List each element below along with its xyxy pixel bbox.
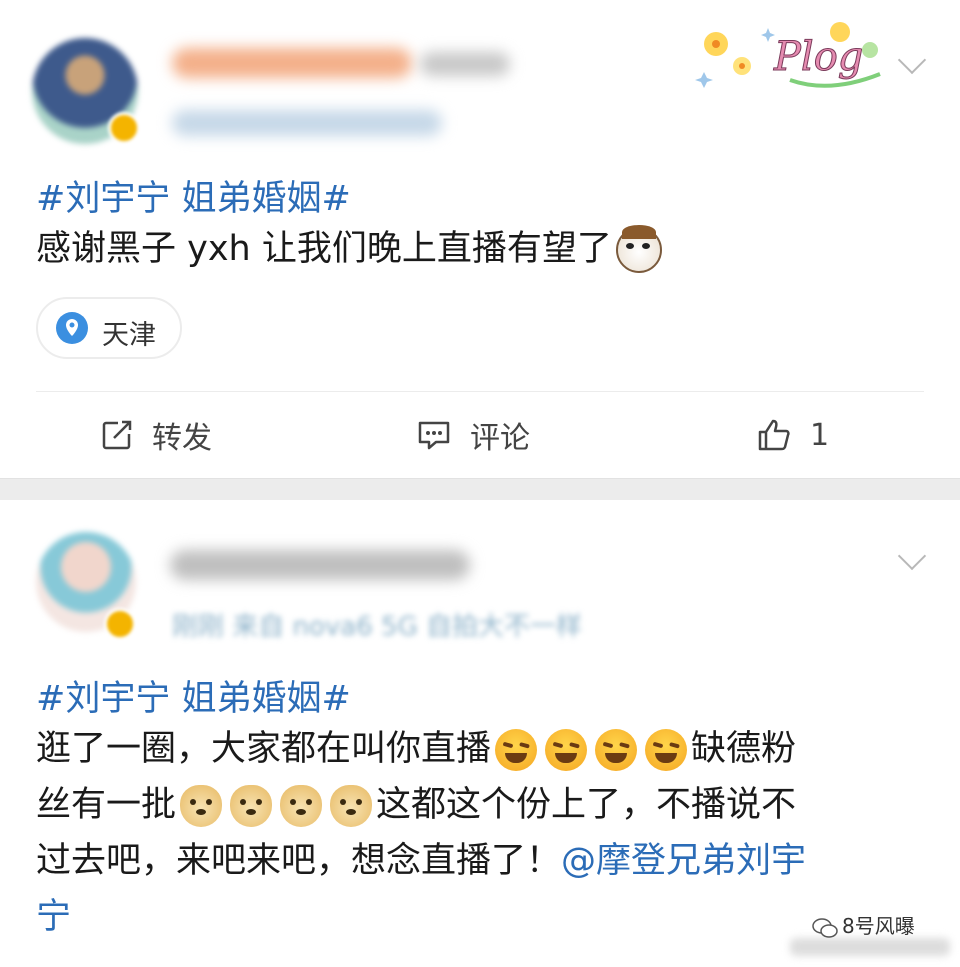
location-pin-icon [56,312,88,344]
watermark-blur [790,938,950,956]
topic-link[interactable]: #刘宇宁 姐弟婚姻# [36,670,351,721]
verified-badge-icon [108,112,140,144]
weibo-post-2: 刚刚 来自 nova6 5G 自拍大不一样 #刘宇宁 姐弟婚姻# 逛了一圈，大家… [0,500,960,967]
post-text: 感谢黑子 yxh 让我们晚上直播有望了 [36,221,666,277]
repost-label: 转发 [152,421,212,456]
post-separator [0,478,960,501]
text-line: 丝有一批 这都这个份上了，不播说不 [36,777,936,833]
location-label: 天津 [102,320,156,351]
laughing-tears-icon [595,729,638,771]
comment-icon [418,421,450,450]
doge-icon [230,785,273,827]
doge-icon [330,785,373,827]
post-meta: 刚刚 来自 nova6 5G 自拍大不一样 [172,612,582,642]
thumbs-up-icon [758,419,790,451]
laughing-tears-icon [645,729,688,771]
plog-sticker: Plog [695,22,881,88]
text-segment: 逛了一圈，大家都在叫你直播 [36,729,492,769]
repost-icon [102,420,132,450]
username-blurred[interactable] [170,550,470,580]
text-segment: 这都这个份上了，不播说不 [376,785,797,825]
weibo-post-1: Plog #刘宇宁 姐弟婚姻# 感谢黑子 yxh 让我们晚上直播有望了 天津 转… [0,0,960,478]
mention-link-continued[interactable]: 宁 [36,897,71,937]
chevron-down-icon[interactable] [897,541,927,571]
like-count: 1 [810,417,830,453]
doge-icon [280,785,323,827]
post-text-content: 感谢黑子 yxh 让我们晚上直播有望了 [36,229,612,269]
cat-icon [615,225,662,273]
repost-button[interactable]: 转发 [100,413,212,457]
comment-label: 评论 [470,421,530,456]
location-tag[interactable]: 天津 [36,297,182,359]
username-blurred[interactable] [172,48,412,78]
mention-link[interactable]: @摩登兄弟刘宇 [561,841,806,881]
member-level-blurred [420,52,510,76]
post-text: 逛了一圈，大家都在叫你直播 缺德粉 丝有一批 这都这个份上了，不播说不 过去吧，来吧… [36,721,936,945]
laughing-tears-icon [495,729,538,771]
text-line: 过去吧，来吧来吧，想念直播了！@摩登兄弟刘宇 [36,833,936,889]
watermark-text: 8号风曝 [842,914,915,938]
text-line: 宁 [36,889,936,945]
chevron-down-icon[interactable] [897,45,927,75]
post-meta-blurred [172,110,442,136]
wechat-icon [812,917,838,938]
laughing-tears-icon [545,729,588,771]
topic-link[interactable]: #刘宇宁 姐弟婚姻# [36,170,351,221]
verified-badge-icon [104,608,136,640]
watermark: 8号风曝 [812,910,915,939]
divider [36,391,924,392]
text-segment: 缺德粉 [691,729,797,769]
like-button[interactable]: 1 [756,413,829,457]
plog-text: Plog [773,34,863,80]
comment-button[interactable]: 评论 [416,413,530,457]
text-segment: 丝有一批 [36,785,177,825]
text-segment: 过去吧，来吧来吧，想念直播了！ [36,841,562,881]
doge-icon [180,785,223,827]
text-line: 逛了一圈，大家都在叫你直播 缺德粉 [36,721,936,777]
